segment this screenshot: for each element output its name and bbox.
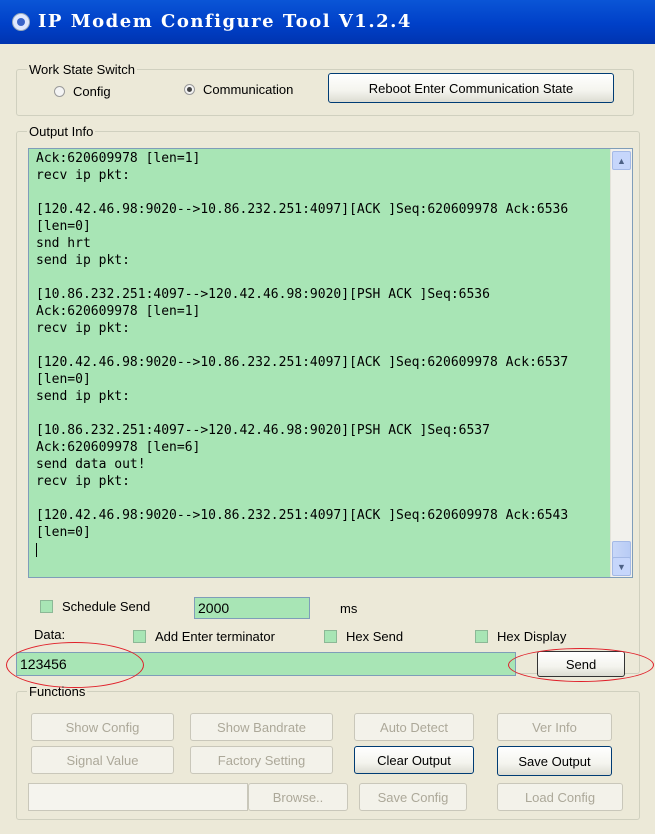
checkbox-icon (475, 630, 488, 643)
show-bandrate-button[interactable]: Show Bandrate (190, 713, 333, 741)
schedule-interval-value: 2000 (198, 600, 230, 616)
communication-radio-label: Communication (203, 82, 294, 97)
add-enter-terminator-checkbox[interactable]: Add Enter terminator (133, 629, 275, 644)
output-text: Ack:620609978 [len=1] recv ip pkt: [120.… (36, 150, 606, 558)
highlight-ellipse (6, 642, 144, 688)
signal-value-button[interactable]: Signal Value (31, 746, 174, 774)
highlight-ellipse (508, 648, 654, 682)
config-radio-label: Config (73, 84, 111, 99)
output-scrollbar[interactable]: ▲ ▼ (610, 149, 632, 577)
add-enter-terminator-label: Add Enter terminator (155, 629, 275, 644)
config-path-input[interactable] (28, 783, 248, 811)
schedule-interval-input[interactable]: 2000 (194, 597, 310, 619)
scroll-down-icon[interactable]: ▼ (612, 557, 631, 576)
save-output-label: Save Output (518, 753, 591, 769)
clear-output-button[interactable]: Clear Output (354, 746, 474, 774)
reboot-communication-button[interactable]: Reboot Enter Communication State (328, 73, 614, 103)
hex-send-checkbox[interactable]: Hex Send (324, 629, 403, 644)
factory-setting-label: Factory Setting (217, 752, 306, 768)
factory-setting-button[interactable]: Factory Setting (190, 746, 333, 774)
communication-radio[interactable]: Communication (184, 82, 293, 97)
ms-label: ms (340, 601, 358, 616)
functions-legend: Functions (29, 684, 86, 699)
schedule-send-checkbox[interactable]: Schedule Send (40, 599, 150, 614)
schedule-send-label: Schedule Send (62, 599, 151, 614)
browse-label: Browse.. (272, 789, 324, 805)
signal-value-label: Signal Value (66, 752, 139, 768)
show-config-button[interactable]: Show Config (31, 713, 174, 741)
output-textarea[interactable]: Ack:620609978 [len=1] recv ip pkt: [120.… (28, 148, 633, 578)
show-bandrate-label: Show Bandrate (217, 719, 306, 735)
auto-detect-button[interactable]: Auto Detect (354, 713, 474, 741)
work-state-legend: Work State Switch (29, 62, 135, 77)
hex-display-label: Hex Display (497, 629, 567, 644)
show-config-label: Show Config (65, 719, 140, 735)
ver-info-label: Ver Info (532, 719, 577, 735)
title-bar[interactable]: IP Modem Configure Tool V1.2.4 (0, 0, 655, 44)
checkbox-icon (324, 630, 337, 643)
browse-button[interactable]: Browse.. (248, 783, 348, 811)
checkbox-icon (40, 600, 53, 613)
app-icon[interactable] (12, 13, 30, 31)
auto-detect-label: Auto Detect (380, 719, 448, 735)
save-config-button[interactable]: Save Config (359, 783, 467, 811)
load-config-label: Load Config (524, 789, 596, 805)
config-radio[interactable]: Config (54, 84, 111, 99)
text-caret (36, 543, 37, 557)
reboot-communication-label: Reboot Enter Communication State (368, 80, 574, 96)
save-config-label: Save Config (377, 789, 449, 805)
hex-send-label: Hex Send (346, 629, 404, 644)
save-output-button[interactable]: Save Output (497, 746, 612, 776)
ver-info-button[interactable]: Ver Info (497, 713, 612, 741)
scroll-up-icon[interactable]: ▲ (612, 151, 631, 170)
radio-checked-icon (184, 84, 195, 95)
hex-display-checkbox[interactable]: Hex Display (475, 629, 566, 644)
load-config-button[interactable]: Load Config (497, 783, 623, 811)
output-lines: Ack:620609978 [len=1] recv ip pkt: [120.… (36, 151, 569, 540)
data-label: Data: (34, 627, 66, 642)
clear-output-label: Clear Output (377, 752, 451, 768)
output-info-legend: Output Info (29, 124, 94, 139)
window-title: IP Modem Configure Tool V1.2.4 (38, 11, 412, 32)
radio-unchecked-icon (54, 86, 65, 97)
checkbox-icon (133, 630, 146, 643)
